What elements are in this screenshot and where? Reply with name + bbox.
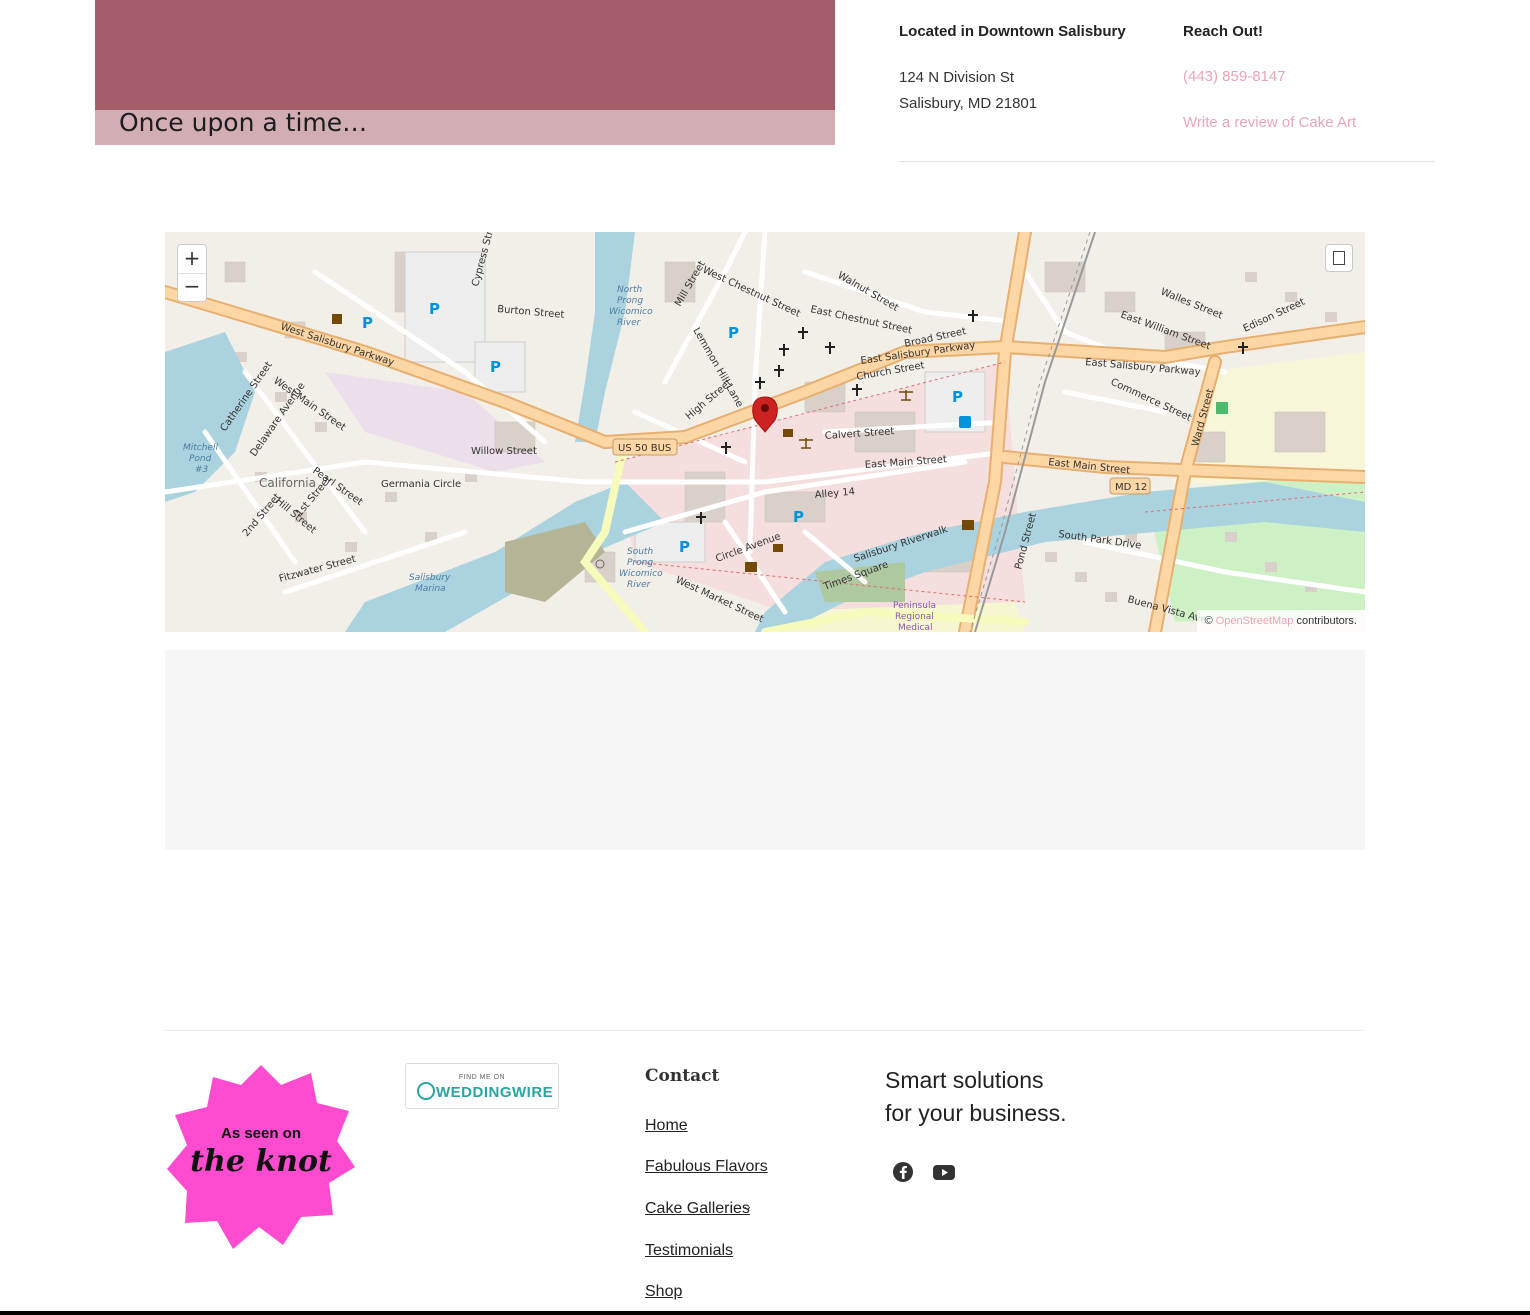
map-label: #3: [195, 465, 209, 475]
attribution-suffix: contributors.: [1293, 615, 1357, 627]
facebook-icon[interactable]: [892, 1161, 914, 1183]
parking-icon: P: [679, 538, 690, 556]
map-label: Marina: [415, 584, 446, 594]
zoom-control: + −: [177, 244, 207, 302]
parking-icon: P: [490, 358, 501, 376]
parking-icon: P: [793, 508, 804, 526]
parking-icon: P: [952, 388, 963, 406]
map-attribution: © OpenStreetMap contributors.: [1196, 610, 1365, 632]
hero-image: [95, 0, 835, 110]
us50-shield-text: US 50 BUS: [618, 443, 671, 454]
the-knot-badge[interactable]: As seen on the knot: [165, 1063, 357, 1253]
youtube-icon[interactable]: [932, 1161, 956, 1183]
phone-link[interactable]: (443) 859-8147: [1183, 68, 1286, 85]
nav-cake-galleries[interactable]: Cake Galleries: [645, 1200, 750, 1218]
weddingwire-small-text: FIND ME ON: [458, 1074, 506, 1081]
attribution-prefix: ©: [1204, 615, 1216, 627]
weddingwire-text: WEDDINGWIRE: [436, 1084, 554, 1101]
address-line-1: 124 N Division St: [899, 69, 1015, 86]
map-label: River: [617, 318, 642, 328]
map-label: Willow Street: [471, 446, 537, 457]
nav-fabulous-flavors[interactable]: Fabulous Flavors: [645, 1158, 768, 1176]
map-label: Medical: [898, 623, 932, 632]
map-label: Salisbury: [409, 573, 451, 583]
poi-icon: [962, 520, 974, 530]
map-label: California: [259, 476, 316, 490]
tagline-line-1: Smart solutions: [885, 1067, 1044, 1093]
map-label: Prong: [627, 558, 653, 568]
map-label: River: [627, 580, 652, 590]
map[interactable]: West Salisbury Parkway East Salisbury Pa…: [165, 232, 1365, 632]
map-label: Pond: [189, 454, 212, 464]
bus-icon: [959, 416, 971, 428]
info-divider: [899, 161, 1435, 162]
weddingwire-icon: [417, 1082, 435, 1100]
map-label: Germania Circle: [381, 479, 461, 490]
fullscreen-button[interactable]: [1325, 244, 1353, 272]
openstreetmap-link[interactable]: OpenStreetMap: [1216, 615, 1294, 627]
tagline-line-2: for your business.: [885, 1100, 1067, 1126]
zoom-out-button[interactable]: −: [178, 273, 206, 301]
bottom-bar: [0, 1311, 1530, 1315]
map-label: Wicomico: [619, 569, 663, 579]
nav-testimonials[interactable]: Testimonials: [645, 1242, 733, 1260]
hero-caption-bar: Once upon a time…: [95, 108, 835, 145]
poi-icon: [783, 429, 793, 437]
parking-icon: P: [728, 324, 739, 342]
md12-shield-text: MD 12: [1115, 482, 1147, 493]
poi-icon: [1216, 402, 1228, 414]
badge-line-1: As seen on: [221, 1125, 301, 1142]
map-label: North: [617, 285, 642, 295]
address-line-2: Salisbury, MD 21801: [899, 95, 1038, 112]
parking-icon: P: [362, 314, 373, 332]
contact-heading: Contact: [645, 1066, 720, 1086]
map-label: South: [627, 547, 653, 557]
badge-line-2: the knot: [190, 1144, 332, 1179]
zoom-in-button[interactable]: +: [178, 245, 206, 274]
nav-home[interactable]: Home: [645, 1117, 688, 1135]
map-tiles[interactable]: West Salisbury Parkway East Salisbury Pa…: [165, 232, 1365, 632]
chevron-down-icon[interactable]: ⌄: [742, 1198, 753, 1214]
parking-icon: P: [429, 300, 440, 318]
poi-icon: [332, 314, 342, 324]
map-label: Peninsula: [893, 601, 936, 611]
map-label: Mitchell: [183, 443, 218, 453]
tagline: Smart solutions for your business.: [885, 1064, 1185, 1130]
us50-shield: US 50 BUS: [612, 438, 678, 456]
location-heading: Located in Downtown Salisbury: [899, 23, 1126, 40]
poi-icon: [745, 562, 757, 572]
nav-shop[interactable]: Shop: [645, 1283, 682, 1301]
map-label: Prong: [617, 296, 643, 306]
reach-heading: Reach Out!: [1183, 23, 1264, 40]
the-knot-badge-image: As seen on the knot: [167, 1065, 355, 1249]
md12-shield: MD 12: [1109, 477, 1151, 495]
content-placeholder: [165, 650, 1365, 850]
hero-caption: Once upon a time…: [119, 108, 368, 137]
fullscreen-icon: [1333, 251, 1345, 265]
weddingwire-badge[interactable]: FIND ME ON WEDDINGWIRE: [405, 1063, 559, 1109]
map-label: Wicomico: [609, 307, 653, 317]
review-link[interactable]: Write a review of Cake Art: [1183, 114, 1356, 131]
map-label: Regional: [895, 612, 934, 622]
poi-icon: [773, 544, 783, 552]
footer-divider: [165, 1030, 1365, 1031]
